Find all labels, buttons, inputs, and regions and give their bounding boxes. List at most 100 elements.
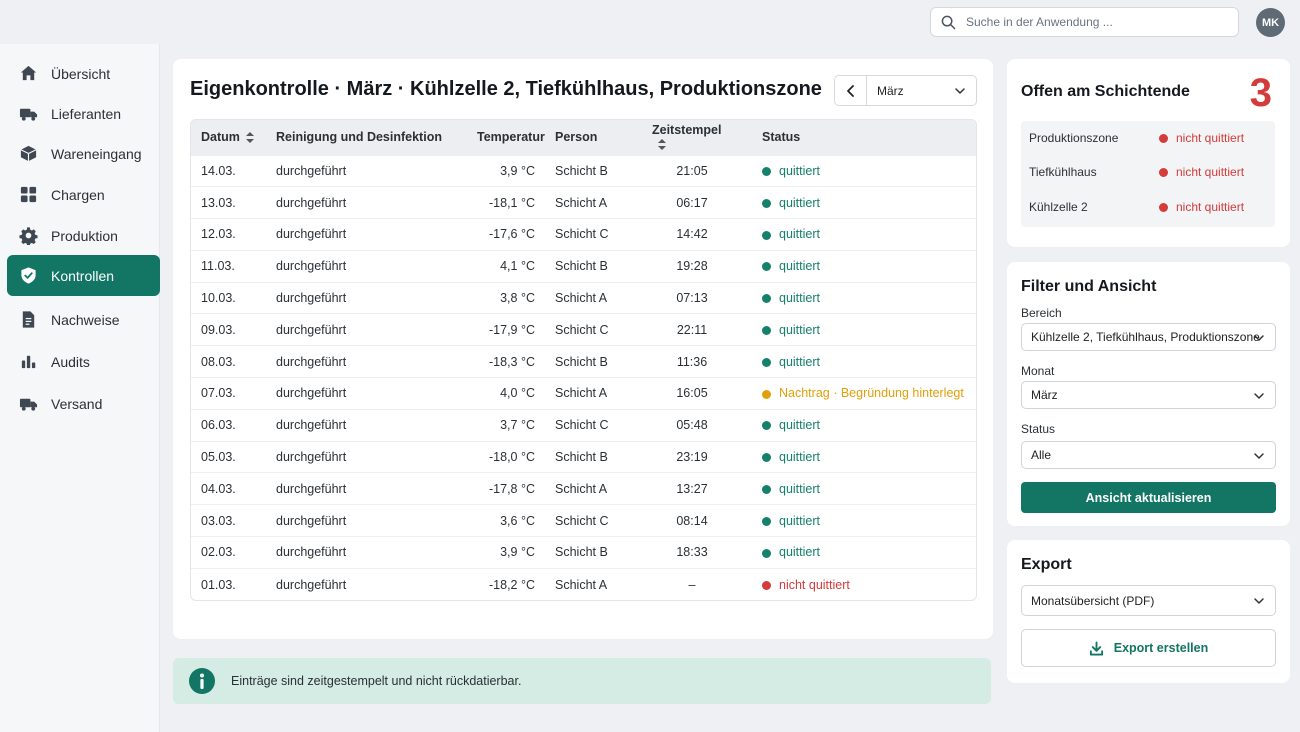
top-bar: MK xyxy=(0,0,1300,44)
month-select[interactable]: März xyxy=(867,75,977,106)
status-dot-icon xyxy=(762,262,771,272)
cell-zeitstempel: 06:17 xyxy=(652,186,762,219)
cell-status: quittiert xyxy=(762,218,976,251)
cell-person: Schicht C xyxy=(555,504,652,537)
export-format-select[interactable]: Monatsübersicht (PDF) xyxy=(1021,585,1276,616)
table-row[interactable]: 10.03. durchgeführt 3,8 °C Schicht A 07:13 qu… xyxy=(191,281,976,314)
sidebar-item-wareneingang[interactable]: Wareneingang xyxy=(7,133,160,174)
cell-datum: 07.03. xyxy=(191,377,276,410)
export-button-label: Export erstellen xyxy=(1113,641,1209,655)
bereich-select[interactable]: Kühlzelle 2, Tiefkühlhaus, Produktionszo… xyxy=(1021,323,1276,351)
status-dot-icon xyxy=(762,198,771,208)
cell-status: quittiert xyxy=(762,313,976,346)
column-header-zeitstempel[interactable]: Zeitstempel xyxy=(652,120,762,155)
status-dot-icon xyxy=(762,230,771,240)
cell-person: Schicht A xyxy=(555,567,652,600)
cell-reinigung: durchgeführt xyxy=(276,281,462,314)
apply-view-button[interactable]: Ansicht aktualisieren xyxy=(1021,482,1276,513)
search-box[interactable] xyxy=(930,7,1239,37)
table-row[interactable]: 14.03. durchgeführt 3,9 °C Schicht B 21:05 qu… xyxy=(191,154,976,187)
status-dot-icon xyxy=(762,580,771,590)
table-row[interactable]: 12.03. durchgeführt -17,6 °C Schicht C 14:42… xyxy=(191,218,976,251)
table-row[interactable]: 05.03. durchgeführt -18,0 °C Schicht B 23:19… xyxy=(191,440,976,473)
table-row[interactable]: 07.03. durchgeführt 4,0 °C Schicht A 16:05 Na… xyxy=(191,377,976,410)
cell-person: Schicht C xyxy=(555,218,652,251)
avatar[interactable]: MK xyxy=(1256,8,1285,37)
table-row[interactable]: 03.03. durchgeführt 3,6 °C Schicht C 08:14 qu… xyxy=(191,504,976,537)
shield-check-icon xyxy=(18,266,38,286)
export-format-value: Monatsübersicht (PDF) xyxy=(1031,593,1155,608)
cell-zeitstempel: 19:28 xyxy=(652,249,762,283)
cell-datum: 08.03. xyxy=(191,345,276,378)
sidebar-item-produktion[interactable]: Produktion xyxy=(7,215,160,256)
status-select[interactable]: Alle xyxy=(1021,441,1276,469)
export-button[interactable]: Export erstellen xyxy=(1021,629,1276,667)
status-text: quittiert xyxy=(779,291,820,306)
table-row[interactable]: 04.03. durchgeführt -17,8 °C Schicht A 13:27… xyxy=(191,472,976,505)
bereich-label: Bereich xyxy=(1021,306,1062,320)
cell-reinigung: durchgeführt xyxy=(276,440,462,473)
cell-status: quittiert xyxy=(762,472,976,505)
cell-temperatur: -18,0 °C xyxy=(462,440,555,473)
cell-reinigung: durchgeführt xyxy=(276,567,462,600)
status-dot-icon xyxy=(762,421,771,431)
status-text: quittiert xyxy=(779,481,820,496)
sidebar-item-chargen[interactable]: Chargen xyxy=(7,174,160,215)
cell-datum: 06.03. xyxy=(191,408,276,442)
open-item-state: nicht quittiert xyxy=(1159,200,1244,214)
month-select-value: März xyxy=(877,83,904,98)
cell-zeitstempel: 13:27 xyxy=(652,472,762,505)
column-header-datum[interactable]: Datum xyxy=(191,120,276,155)
open-item[interactable]: Kühlzelle 2 nicht quittiert xyxy=(1029,197,1269,217)
open-item[interactable]: Tiefkühlhaus nicht quittiert xyxy=(1029,162,1269,182)
cell-datum: 13.03. xyxy=(191,186,276,219)
status-dot-icon xyxy=(1159,167,1168,177)
status-dot-icon xyxy=(762,516,771,526)
cell-status: quittiert xyxy=(762,345,976,378)
open-item[interactable]: Produktionszone nicht quittiert xyxy=(1029,128,1269,148)
cell-zeitstempel: 23:19 xyxy=(652,440,762,473)
cell-temperatur: -17,8 °C xyxy=(462,472,555,505)
cell-reinigung: durchgeführt xyxy=(276,504,462,537)
table-row[interactable]: 11.03. durchgeführt 4,1 °C Schicht B 19:28 qu… xyxy=(191,249,976,283)
table-row[interactable]: 02.03. durchgeführt 3,9 °C Schicht B 18:33 qu… xyxy=(191,536,976,569)
sidebar-item-lieferanten[interactable]: Lieferanten xyxy=(7,93,160,134)
table-row[interactable]: 08.03. durchgeführt -18,3 °C Schicht B 11:36… xyxy=(191,345,976,378)
main-card: Eigenkontrolle · März · Kühlzelle 2, Tie… xyxy=(173,59,993,639)
cell-reinigung: durchgeführt xyxy=(276,154,462,187)
cell-status: nicht quittiert xyxy=(762,567,976,600)
open-item-name: Kühlzelle 2 xyxy=(1029,200,1088,214)
status-text: Nachtrag · Begründung hinterlegt xyxy=(779,386,964,401)
download-icon xyxy=(1089,640,1103,656)
status-select-value: Alle xyxy=(1031,448,1052,462)
open-item-state-text: nicht quittiert xyxy=(1176,200,1245,214)
status-text: quittiert xyxy=(779,513,820,528)
sidebar-item-kontrollen[interactable]: Kontrollen xyxy=(7,255,160,296)
cell-person: Schicht A xyxy=(555,186,652,219)
truck-icon xyxy=(18,394,38,414)
cell-person: Schicht B xyxy=(555,154,652,187)
sidebar-item-uebersicht[interactable]: Übersicht xyxy=(7,53,160,94)
table-row[interactable]: 13.03. durchgeführt -18,1 °C Schicht A 06:17… xyxy=(191,186,976,219)
cell-zeitstempel: 07:13 xyxy=(652,281,762,314)
cell-status: quittiert xyxy=(762,408,976,442)
search-input[interactable] xyxy=(966,15,1216,29)
table-row[interactable]: 09.03. durchgeführt -17,9 °C Schicht C 22:11… xyxy=(191,313,976,346)
sidebar-item-audits[interactable]: Audits xyxy=(7,341,160,382)
cell-datum: 09.03. xyxy=(191,313,276,346)
status-text: quittiert xyxy=(779,163,820,178)
cell-temperatur: 4,0 °C xyxy=(462,377,555,410)
open-count: 3 xyxy=(1249,71,1272,115)
cell-zeitstempel: – xyxy=(652,567,762,600)
monat-select[interactable]: März xyxy=(1021,381,1276,409)
sidebar-item-nachweise[interactable]: Nachweise xyxy=(7,299,160,340)
sidebar-item-versand[interactable]: Versand xyxy=(7,383,160,424)
sidebar: Übersicht Lieferanten Wareneingang Chargen P… xyxy=(0,44,160,732)
cell-datum: 04.03. xyxy=(191,472,276,505)
cell-temperatur: -17,9 °C xyxy=(462,313,555,346)
previous-month-button[interactable] xyxy=(834,75,867,106)
table-row[interactable]: 01.03. durchgeführt -18,2 °C Schicht A – nich… xyxy=(191,567,976,600)
sidebar-item-label: Chargen xyxy=(51,186,105,203)
table-row[interactable]: 06.03. durchgeführt 3,7 °C Schicht C 05:48 qu… xyxy=(191,408,976,442)
cell-reinigung: durchgeführt xyxy=(276,345,462,378)
